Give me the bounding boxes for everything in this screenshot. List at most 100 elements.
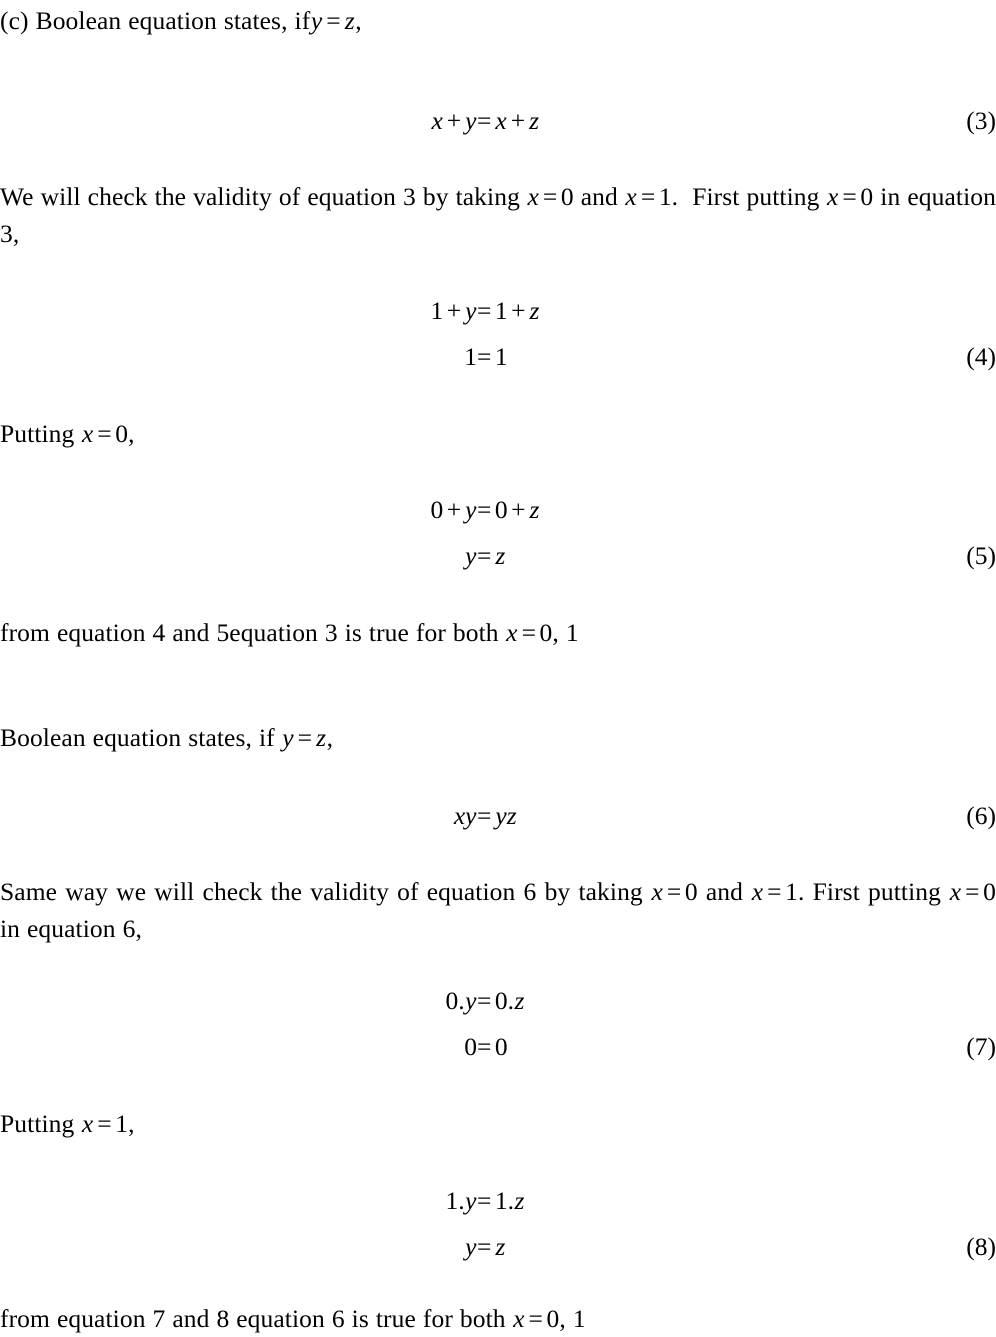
value-1: 1	[785, 877, 798, 906]
equals-sign: =	[542, 182, 558, 211]
value-0: 0	[494, 986, 508, 1015]
comma: ,	[355, 6, 362, 35]
value-1: 1	[494, 1186, 508, 1215]
equation-number-3: (3)	[966, 106, 996, 135]
paragraph-putting-x0: Putting x = 0,	[0, 415, 996, 452]
var-y: y	[465, 495, 477, 524]
var-z: z	[529, 495, 540, 524]
var-x: x	[506, 618, 518, 647]
var-z: z	[529, 296, 540, 325]
equals-sign: =	[477, 106, 492, 135]
values-0-1: 0, 1	[539, 618, 579, 647]
paragraph-intro-2: Boolean equation states, if y = z,	[0, 719, 996, 756]
equals-sign: =	[640, 182, 656, 211]
plus-sign: +	[446, 106, 462, 135]
intro-c-text: Boolean equation states, if	[35, 6, 311, 35]
equals-sign: =	[477, 986, 492, 1015]
equation-row: 0 + y = 0 + z	[0, 487, 996, 533]
equals-sign: =	[477, 495, 492, 524]
equals-sign: =	[666, 877, 682, 906]
var-x: x	[81, 419, 94, 448]
equation-row: 0 = 0 (7)	[0, 1024, 996, 1070]
var-x: x	[495, 106, 507, 135]
equation-4-line2-rhs: = 1	[477, 334, 508, 380]
equation-row: y = z (8)	[0, 1224, 996, 1270]
item-label-c: (c)	[0, 6, 29, 35]
var-x: x	[949, 877, 962, 906]
equation-6-rhs: = yz	[477, 793, 517, 839]
equation-7-line1-rhs: = 0.z	[477, 978, 525, 1024]
value-0: 0	[445, 986, 459, 1015]
equation-number-6: (6)	[966, 801, 996, 830]
conclusion1-text: from equation 4 and 5equation 3 is true …	[0, 618, 499, 647]
var-x: x	[527, 182, 539, 211]
plus-sign: +	[510, 106, 526, 135]
var-y: y	[465, 1232, 477, 1261]
conclusion2-text: from equation 7 and 8 equation 6 is true…	[0, 1304, 506, 1333]
var-x: x	[625, 182, 637, 211]
equals-sign: =	[477, 296, 492, 325]
equals-sign: =	[521, 618, 537, 647]
equation-8-line2-rhs: = z	[477, 1224, 506, 1270]
check3-text-a: We will check the validity of equation 3…	[0, 182, 520, 211]
value-1: 1	[494, 296, 508, 325]
paragraph-putting-x1: Putting x = 1,	[0, 1105, 996, 1142]
period: .	[671, 182, 679, 211]
var-y: y	[310, 6, 323, 35]
value-0: 0	[430, 495, 444, 524]
value-0: 0	[494, 495, 508, 524]
equation-8-line1-lhs: 1.y	[446, 1178, 477, 1224]
equals-sign: =	[477, 1032, 492, 1061]
equation-block-8: 1.y = 1.z y = z (8)	[0, 1178, 996, 1270]
equation-5-line2-rhs: = z	[477, 533, 506, 579]
var-y: y	[465, 541, 477, 570]
value-1: 1	[115, 1109, 129, 1138]
equals-sign: =	[477, 1186, 492, 1215]
equals-sign: =	[477, 801, 492, 830]
value-1: 1	[494, 342, 508, 371]
value-1: 1	[430, 296, 444, 325]
var-y: y	[465, 986, 477, 1015]
var-z: z	[344, 6, 355, 35]
equation-number-7: (7)	[966, 1032, 996, 1061]
var-x: x	[81, 1109, 94, 1138]
equals-sign: =	[528, 1304, 544, 1333]
var-z: z	[316, 723, 327, 752]
product-yz: yz	[495, 801, 517, 830]
var-y: y	[465, 1186, 477, 1215]
value-0: 0	[115, 419, 129, 448]
check3-and: and	[580, 182, 618, 211]
comma: ,	[326, 723, 334, 752]
equation-block-4: 1 + y = 1 + z 1 = 1 (4)	[0, 288, 996, 380]
var-z: z	[495, 541, 506, 570]
value-1: 1	[658, 182, 672, 211]
equals-sign: =	[97, 419, 112, 448]
dot-operator: .	[458, 1186, 465, 1215]
putting-label: Putting	[0, 1109, 75, 1138]
check3-text-b: First putting	[692, 182, 820, 211]
plus-sign: +	[446, 495, 462, 524]
period: .	[797, 877, 805, 906]
var-y: y	[465, 296, 477, 325]
equation-number-5: (5)	[966, 541, 996, 570]
product-xy: xy	[453, 801, 477, 830]
equation-row: 1.y = 1.z	[0, 1178, 996, 1224]
equation-block-5: 0 + y = 0 + z y = z (5)	[0, 487, 996, 579]
dot-operator: .	[458, 986, 465, 1015]
paragraph-intro-c: (c) Boolean equation states, ify = z,	[0, 2, 996, 39]
equation-7-line1-lhs: 0.y	[446, 978, 477, 1024]
var-z: z	[529, 106, 540, 135]
equation-3-rhs: = x + z	[477, 98, 540, 144]
var-x: x	[751, 877, 764, 906]
comma: ,	[128, 1109, 135, 1138]
var-x: x	[513, 1304, 525, 1333]
equals-sign: =	[326, 6, 341, 35]
equation-3-lhs: x + y	[431, 98, 477, 144]
check6-and: and	[705, 877, 744, 906]
equation-7-line2-rhs: = 0	[477, 1024, 508, 1070]
var-x: x	[431, 106, 443, 135]
value-0: 0	[560, 182, 574, 211]
equals-sign: =	[477, 342, 492, 371]
equals-sign: =	[297, 723, 313, 752]
equation-8-line1-rhs: = 1.z	[477, 1178, 525, 1224]
